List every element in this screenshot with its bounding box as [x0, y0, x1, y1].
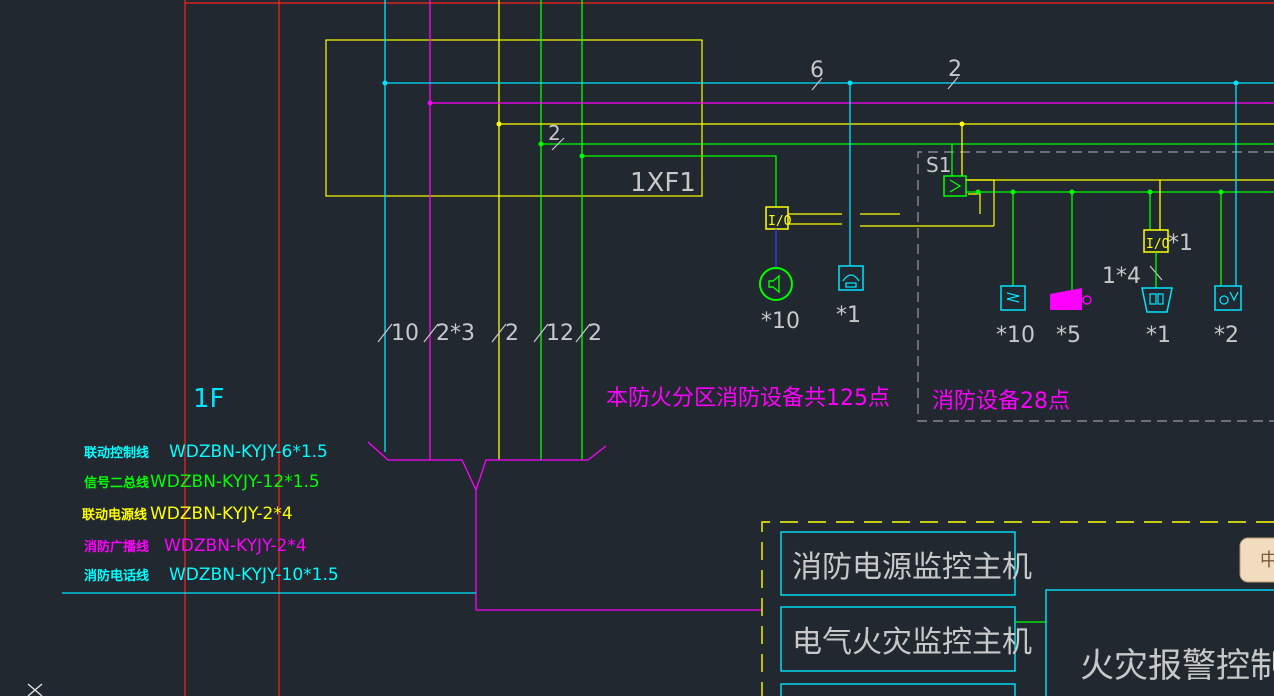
fire-alarm-controller[interactable]: 火灾报警控制器	[1045, 589, 1274, 696]
speaker-count: *10	[761, 309, 800, 334]
trunk-lines	[384, 0, 583, 460]
cable-bundle	[62, 441, 762, 611]
legend-spec-4: WDZBN-KYJY-2*4	[164, 536, 307, 556]
io-note: 1*4	[1102, 264, 1141, 289]
third-monitor-box[interactable]	[780, 683, 1016, 696]
legend-name-1: 联动控制线	[84, 445, 149, 461]
call-point-count: *5	[1056, 323, 1081, 348]
cable-legend: 联动控制线 WDZBN-KYJY-6*1.5 信号二总线 WDZBN-KYJY-12*…	[82, 442, 339, 585]
detector-count: *10	[996, 323, 1035, 348]
power-monitor-host[interactable]: 消防电源监控主机	[780, 531, 1032, 596]
fire-alarm-label: 火灾报警控制器	[1080, 646, 1274, 686]
hydrant-button-device[interactable]: *1	[1141, 287, 1173, 348]
call-point-device[interactable]: *5	[1050, 189, 1092, 349]
legend-spec-1: WDZBN-KYJY-6*1.5	[169, 442, 328, 462]
legend-spec-2: WDZBN-KYJY-12*1.5	[150, 472, 320, 492]
cable-marks: 10 2*3 2 12 2	[377, 321, 602, 346]
legend-spec-5: WDZBN-KYJY-10*1.5	[169, 565, 339, 585]
cable-mark-3: 2	[505, 321, 519, 346]
phone-count: *1	[836, 303, 861, 328]
legend-spec-3: WDZBN-KYJY-2*4	[150, 504, 293, 524]
bus-count-c: 2	[548, 121, 561, 145]
panel-1xf1[interactable]: 1XF1	[325, 39, 703, 198]
electrical-monitor-label: 电气火灾监控主机	[792, 625, 1032, 660]
bus-count-a: 6	[810, 58, 824, 83]
cable-mark-4: 12	[546, 321, 574, 346]
telephone-icon	[842, 274, 860, 288]
speaker-device[interactable]: *10	[759, 267, 800, 334]
cable-mark-1: 10	[391, 321, 419, 346]
grid-lines	[184, 0, 1274, 696]
io-module-right[interactable]: I/O *1 1*4	[1102, 180, 1193, 289]
isolator-label: S1	[926, 153, 951, 177]
cable-mark-5: 2	[588, 321, 602, 346]
legend-name-3: 联动电源线	[82, 507, 147, 523]
bus-count-b: 2	[948, 57, 962, 82]
isolator-icon	[949, 179, 962, 193]
power-monitor-label: 消防电源监控主机	[792, 550, 1032, 585]
floor-label: 1F	[193, 384, 225, 414]
smoke-detector-icon	[1006, 292, 1020, 303]
manual-call-point-icon	[1050, 288, 1082, 310]
floating-tab[interactable]: 中	[1239, 537, 1274, 583]
panel-label: 1XF1	[630, 168, 696, 198]
speaker-icon	[768, 274, 780, 294]
valve-icon	[1219, 291, 1239, 305]
detector-device[interactable]: *10	[996, 189, 1035, 349]
io-module-left[interactable]: I/O	[765, 206, 842, 268]
legend-name-5: 消防电话线	[84, 568, 149, 584]
electrical-fire-monitor-host[interactable]: 电气火灾监控主机	[780, 606, 1046, 672]
floating-tab-label: 中	[1260, 550, 1274, 571]
cad-drawing-canvas[interactable]: 1XF1 6 2 2 I/O *10 *1 消防设备28点 S1 *10 *5 …	[0, 0, 1274, 696]
junction-dots	[382, 80, 1239, 159]
hydrant-button-icon	[1149, 293, 1164, 305]
io-right-count: *1	[1168, 231, 1193, 256]
svg-text:I/O: I/O	[1146, 237, 1170, 252]
hydrant-count: *1	[1146, 323, 1171, 348]
isolator-s1[interactable]: S1	[926, 124, 1274, 197]
cursor-cross-icon	[27, 683, 43, 696]
zone-note: 本防火分区消防设备共125点	[606, 386, 890, 411]
bus-lines	[385, 82, 1274, 207]
legend-name-4: 消防广播线	[84, 539, 149, 555]
phone-device[interactable]: *1	[836, 83, 864, 328]
valve-count: *2	[1214, 323, 1239, 348]
svg-text:I/O: I/O	[768, 214, 792, 229]
valve-device[interactable]: *2	[1214, 83, 1242, 348]
legend-name-2: 信号二总线	[84, 475, 149, 491]
subzone-note: 消防设备28点	[932, 389, 1070, 414]
cable-mark-2: 2*3	[436, 321, 475, 346]
